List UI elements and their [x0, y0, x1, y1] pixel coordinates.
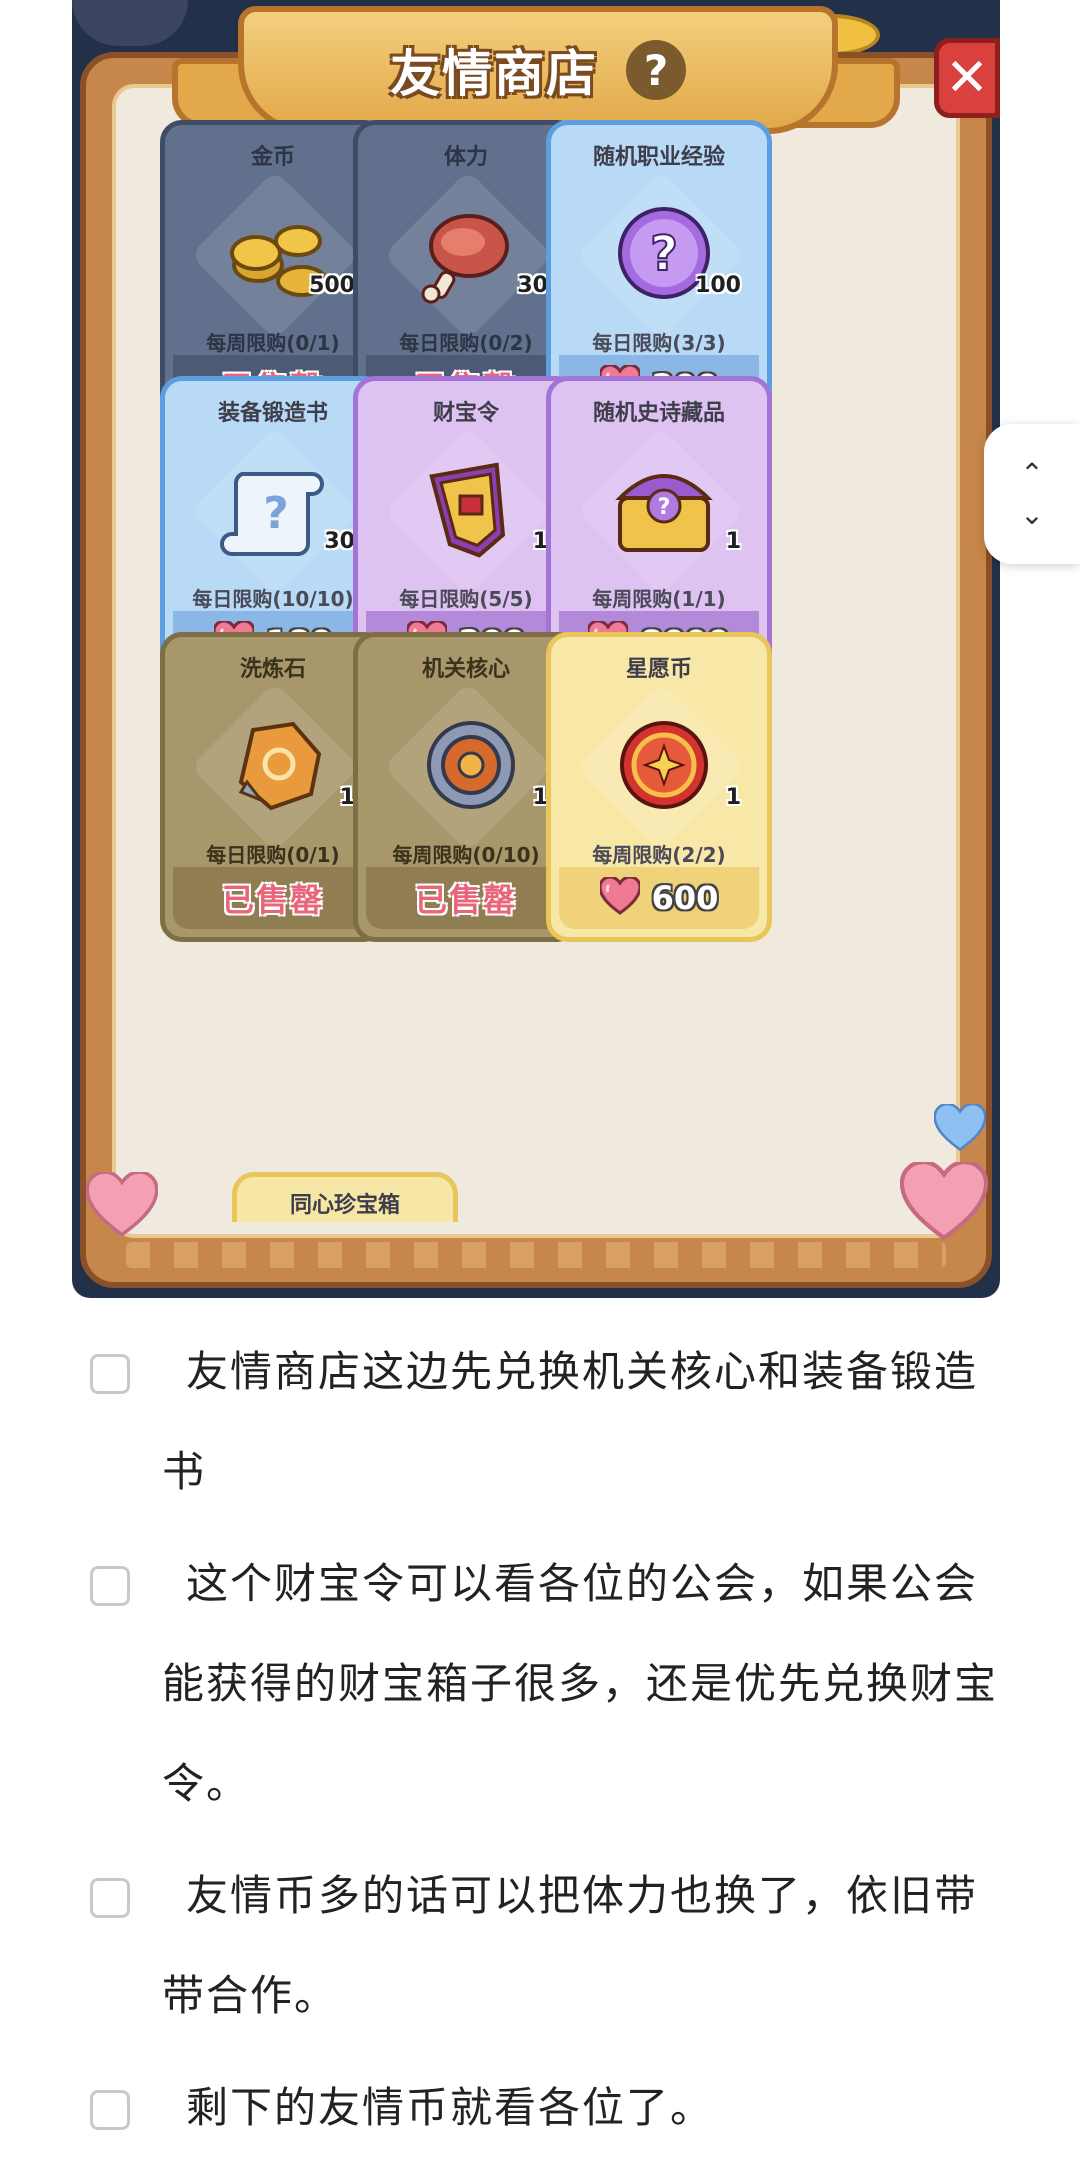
- purchase-limit: 每周限购(2/2): [592, 843, 726, 867]
- item-quantity: 1: [725, 529, 741, 554]
- checkbox[interactable]: [90, 1878, 130, 1918]
- checklist-item-text: 友情币多的话可以把体力也换了，依旧带带合作。: [162, 1871, 979, 2020]
- item-name: 机关核心: [421, 657, 510, 682]
- friendship-heart-icon: [598, 875, 642, 919]
- blue-heart-decoration-icon: [934, 1104, 986, 1152]
- purchase-limit: 每日限购(10/10): [192, 587, 354, 611]
- heart-decoration-left-icon: [86, 1172, 158, 1237]
- item-name: 体力: [443, 145, 488, 170]
- back-knob[interactable]: [72, 0, 188, 46]
- scroll-navigation-widget[interactable]: ⌃ ⌄: [984, 424, 1080, 564]
- game-screenshot: 友情商店 ? ✕ 金币 500 每周限购(0/1) 已售罄 体力 30 每日限购…: [72, 0, 1000, 1298]
- checklist-item-text: 友情商店这边先兑换机关核心和装备锻造书: [162, 1347, 979, 1496]
- shop-item-card[interactable]: 星愿币 1 每周限购(2/2) 600: [546, 632, 772, 942]
- item-name: 装备锻造书: [217, 401, 328, 426]
- help-icon[interactable]: ?: [626, 40, 686, 100]
- sold-out-bar: 已售罄: [173, 867, 373, 929]
- item-quantity: 100: [695, 273, 741, 298]
- item-name: 随机史诗藏品: [592, 401, 725, 426]
- checklist-item: 剩下的友情币就看各位了。: [88, 2058, 1008, 2158]
- heart-decoration-right-icon: [900, 1162, 988, 1241]
- mystery-orb-icon: ?: [594, 183, 734, 323]
- svg-text:?: ?: [658, 495, 671, 520]
- item-quantity: 30: [324, 529, 355, 554]
- checkbox[interactable]: [90, 1566, 130, 1606]
- checkbox[interactable]: [90, 2090, 130, 2130]
- treasure-chest-icon: ?: [594, 439, 734, 579]
- coins-icon: [208, 183, 348, 323]
- item-quantity: 500: [309, 273, 355, 298]
- purchase-limit: 每周限购(1/1): [592, 587, 726, 611]
- scroll-up-icon[interactable]: ⌃: [1020, 457, 1043, 490]
- scroll-icon: ?: [208, 439, 348, 579]
- checklist-item: 友情商店这边先兑换机关核心和装备锻造书: [88, 1322, 1008, 1522]
- svg-text:?: ?: [263, 488, 289, 539]
- item-name: 星愿币: [625, 657, 692, 682]
- sold-out-bar: 已售罄: [366, 867, 566, 929]
- item-quantity: 30: [517, 273, 548, 298]
- purchase-limit: 每日限购(5/5): [399, 587, 533, 611]
- treasure-token-icon: [401, 439, 541, 579]
- svg-text:?: ?: [650, 226, 678, 282]
- purchase-limit: 每周限购(0/10): [392, 843, 540, 867]
- checklist-item: 这个财宝令可以看各位的公会，如果公会能获得的财宝箱子很多，还是优先兑换财宝令。: [88, 1534, 1008, 1834]
- item-name: 随机职业经验: [592, 145, 725, 170]
- buy-button[interactable]: 600: [559, 867, 759, 929]
- checklist: 友情商店这边先兑换机关核心和装备锻造书 这个财宝令可以看各位的公会，如果公会能获…: [88, 1322, 1008, 2170]
- purchase-limit: 每周限购(0/1): [206, 331, 340, 355]
- title-ribbon: 友情商店 ?: [238, 6, 838, 134]
- item-quantity: 1: [725, 785, 741, 810]
- meat-icon: [401, 183, 541, 323]
- scroll-down-icon[interactable]: ⌄: [1020, 498, 1043, 531]
- item-name: 洗炼石: [239, 657, 306, 682]
- purchase-limit: 每日限购(3/3): [592, 331, 726, 355]
- checklist-item: 友情币多的话可以把体力也换了，依旧带带合作。: [88, 1846, 1008, 2046]
- shop-title: 友情商店: [390, 45, 598, 103]
- star-coin-icon: [594, 695, 734, 835]
- checklist-item-text: 这个财宝令可以看各位的公会，如果公会能获得的财宝箱子很多，还是优先兑换财宝令。: [162, 1559, 999, 1808]
- sold-out-label: 已售罄: [414, 881, 517, 919]
- item-name: 金币: [250, 145, 295, 170]
- gear-core-icon: [401, 695, 541, 835]
- purchase-limit: 每日限购(0/2): [399, 331, 533, 355]
- checklist-item-text: 剩下的友情币就看各位了。: [186, 2083, 715, 2132]
- close-button[interactable]: ✕: [934, 38, 1000, 118]
- purchase-limit: 每日限购(0/1): [206, 843, 340, 867]
- stone-icon: [208, 695, 348, 835]
- shop-item-partial[interactable]: 同心珍宝箱: [232, 1172, 458, 1222]
- checkbox[interactable]: [90, 1354, 130, 1394]
- frame-bottom-trim: [126, 1242, 946, 1268]
- item-price: 600: [651, 879, 719, 917]
- item-name: 财宝令: [432, 401, 499, 426]
- sold-out-label: 已售罄: [221, 881, 324, 919]
